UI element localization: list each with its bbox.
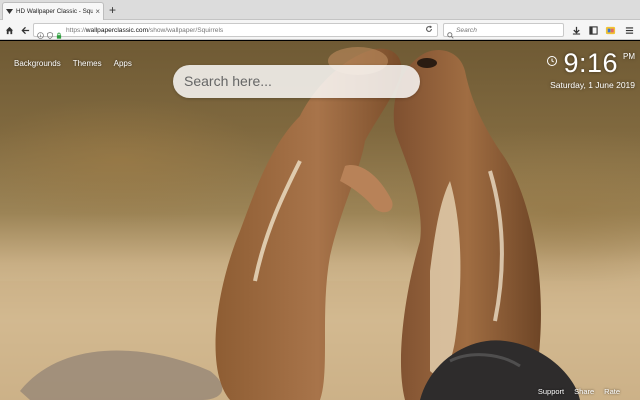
page-search-box[interactable] bbox=[173, 65, 420, 98]
page-nav: Backgrounds Themes Apps bbox=[14, 59, 132, 68]
address-bar[interactable]: https://wallpaperclassic.com/show/wallpa… bbox=[33, 23, 438, 40]
close-tab-icon[interactable]: × bbox=[95, 7, 100, 16]
browser-search-bar[interactable] bbox=[443, 23, 564, 39]
wallpaper-classic-favicon bbox=[6, 9, 13, 14]
backgrounds-link[interactable]: Backgrounds bbox=[14, 59, 61, 68]
download-icon[interactable] bbox=[569, 23, 583, 37]
new-tab-button[interactable]: + bbox=[109, 3, 116, 17]
clock-time: 9:16 bbox=[563, 48, 618, 78]
themes-link[interactable]: Themes bbox=[73, 59, 102, 68]
reader-icon[interactable] bbox=[586, 23, 600, 37]
clock-widget: 9:16 PM Saturday, 1 June 2019 bbox=[546, 49, 635, 90]
alarm-icon[interactable] bbox=[546, 54, 558, 72]
back-icon[interactable] bbox=[18, 23, 32, 37]
rate-link[interactable]: Rate bbox=[604, 387, 620, 396]
clock-date: Saturday, 1 June 2019 bbox=[550, 80, 635, 90]
page-search-input[interactable] bbox=[184, 71, 409, 91]
new-tab-page: Backgrounds Themes Apps 9:16 PM Saturday… bbox=[0, 41, 640, 400]
tab-title: HD Wallpaper Classic - Squ bbox=[16, 8, 94, 15]
browser-search-input[interactable] bbox=[456, 25, 560, 36]
apps-link[interactable]: Apps bbox=[114, 59, 132, 68]
clock-ampm: PM bbox=[623, 52, 635, 61]
page-footer: Support Share Rate bbox=[538, 387, 620, 396]
share-link[interactable]: Share bbox=[574, 387, 594, 396]
extension-icon[interactable] bbox=[603, 23, 617, 37]
browser-tab-bar: HD Wallpaper Classic - Squ × + bbox=[0, 0, 640, 20]
url-text[interactable]: https://wallpaperclassic.com/show/wallpa… bbox=[66, 27, 223, 34]
home-icon[interactable] bbox=[2, 23, 16, 37]
browser-tab[interactable]: HD Wallpaper Classic - Squ × bbox=[2, 2, 104, 20]
reload-icon[interactable] bbox=[425, 25, 433, 35]
menu-icon[interactable] bbox=[622, 23, 636, 37]
browser-toolbar: https://wallpaperclassic.com/show/wallpa… bbox=[0, 20, 640, 40]
support-link[interactable]: Support bbox=[538, 387, 564, 396]
